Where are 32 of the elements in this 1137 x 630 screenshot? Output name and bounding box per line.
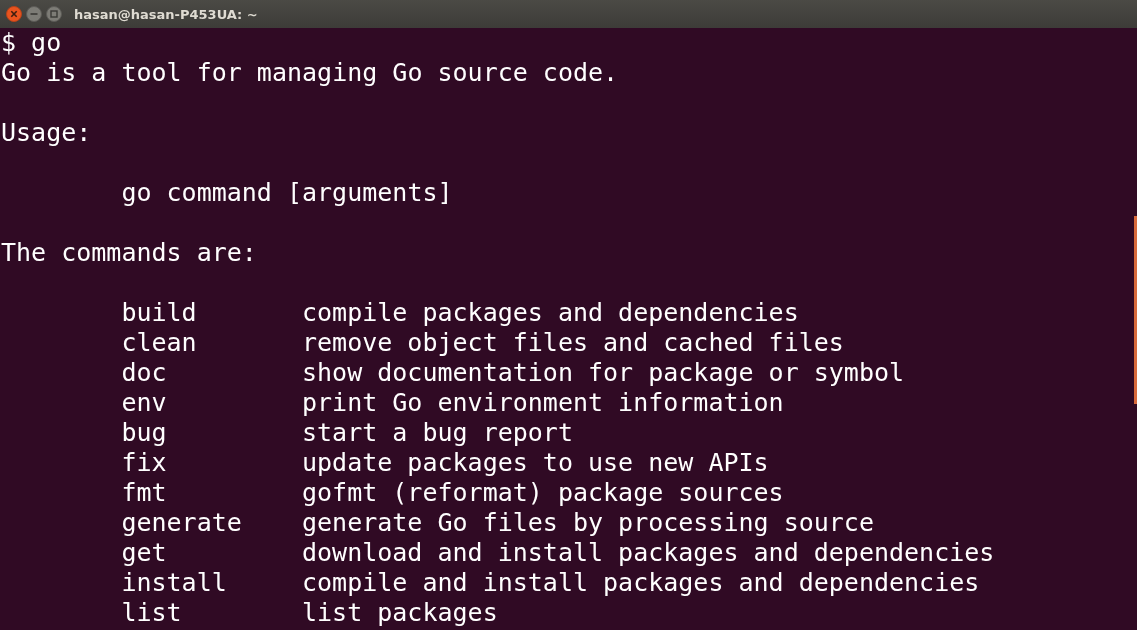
terminal-line: $ go: [1, 28, 62, 57]
command-description: compile packages and dependencies: [302, 298, 799, 328]
command-description: print Go environment information: [302, 388, 784, 418]
command-description: remove object files and cached files: [302, 328, 844, 358]
command-description: list packages: [302, 598, 498, 628]
command-name: bug: [121, 418, 168, 448]
terminal-line: Go is a tool for managing Go source code.: [1, 58, 619, 87]
minimize-icon[interactable]: [26, 6, 42, 22]
command-name: list: [121, 598, 183, 628]
command-name: get: [121, 538, 168, 568]
command-description: compile and install packages and dependencies: [302, 568, 980, 598]
scrollbar-thumb[interactable]: [1134, 216, 1137, 404]
command-description: gofmt (reformat) package sources: [302, 478, 784, 508]
maximize-icon[interactable]: [46, 6, 62, 22]
command-description: download and install packages and dependencies: [302, 538, 995, 568]
command-name: build: [121, 298, 198, 328]
terminal-line: Usage:: [1, 118, 92, 147]
terminal-line: go command [arguments]: [121, 178, 453, 207]
command-name: install: [121, 568, 228, 598]
terminal-line: The commands are:: [1, 238, 257, 267]
window-title: hasan@hasan-P453UA: ~: [74, 6, 258, 22]
command-name: env: [121, 388, 168, 418]
command-name: doc: [121, 358, 168, 388]
command-name: generate: [121, 508, 243, 538]
command-name: fix: [121, 448, 168, 478]
command-description: update packages to use new APIs: [302, 448, 769, 478]
command-description: start a bug report: [302, 418, 573, 448]
command-name: fmt: [121, 478, 168, 508]
command-description: show documentation for package or symbol: [302, 358, 905, 388]
command-name: clean: [121, 328, 198, 358]
close-icon[interactable]: [6, 6, 22, 22]
command-description: generate Go files by processing source: [302, 508, 874, 538]
